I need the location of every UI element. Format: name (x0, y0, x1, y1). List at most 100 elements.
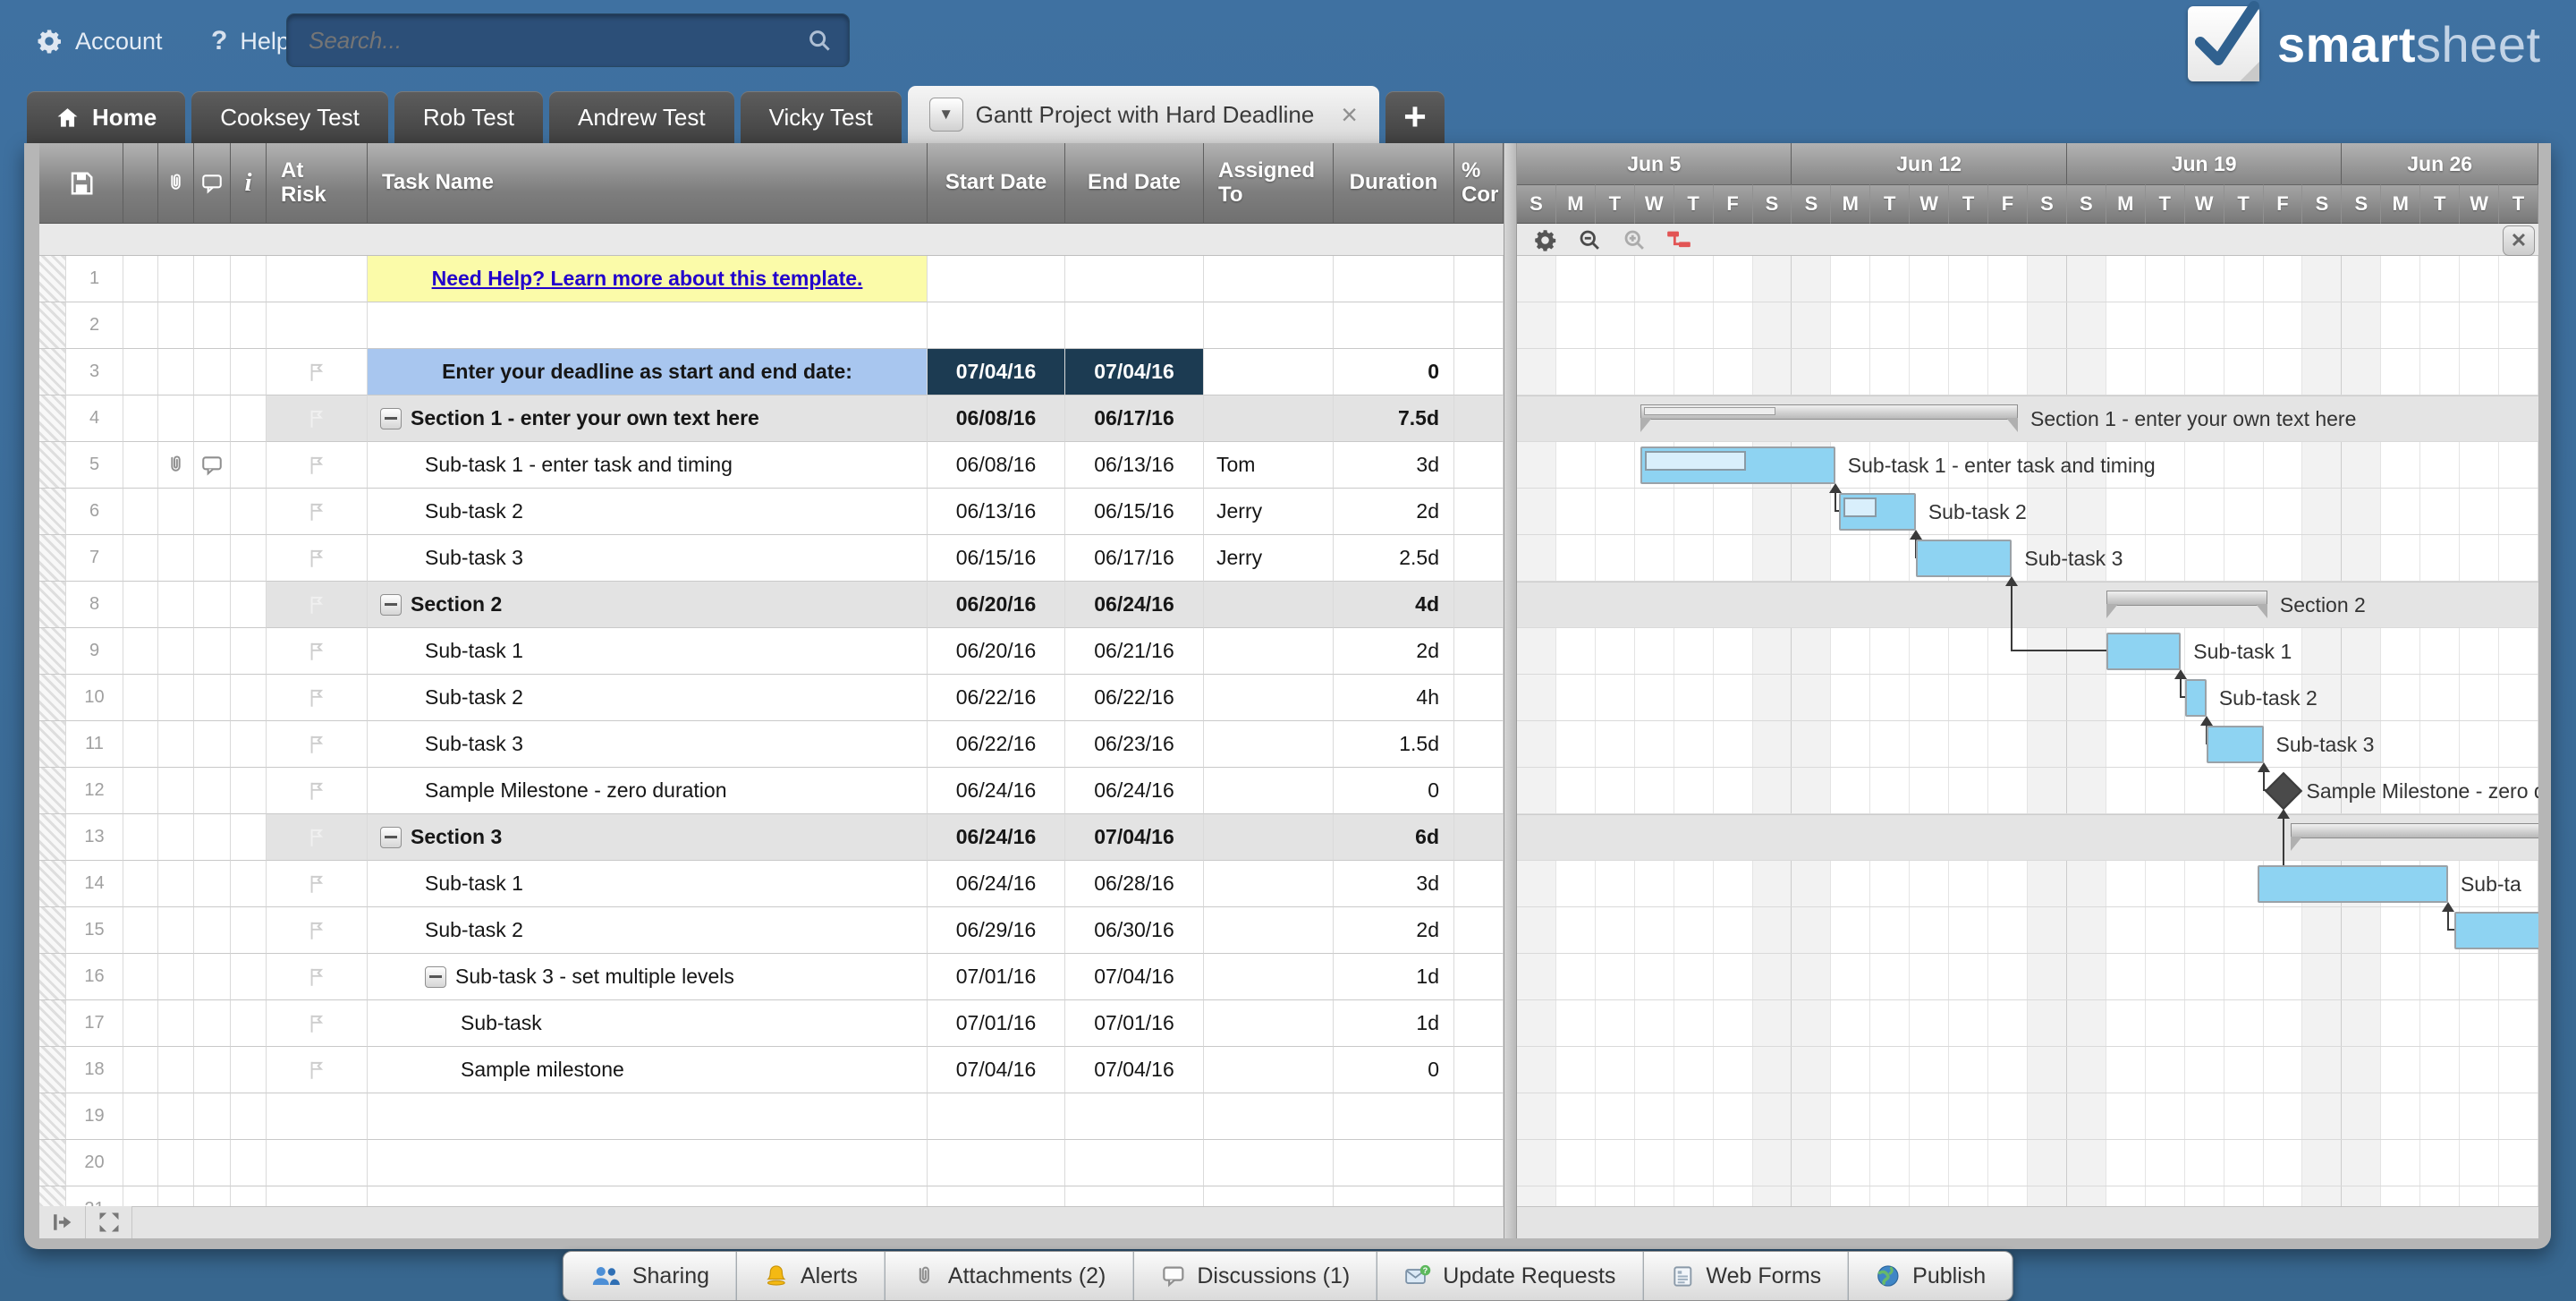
start-date-cell[interactable] (928, 1140, 1065, 1186)
assigned-to-cell[interactable] (1204, 675, 1334, 721)
task-name[interactable]: Sub-task 2 (425, 918, 523, 942)
end-date-cell[interactable]: 06/30/16 (1065, 907, 1204, 954)
pct-complete-cell[interactable] (1454, 1047, 1504, 1093)
duration-cell[interactable]: 7.5d (1334, 395, 1454, 442)
attachment-cell[interactable] (158, 349, 194, 395)
pct-complete-cell[interactable] (1454, 675, 1504, 721)
end-date-cell[interactable] (1065, 1093, 1204, 1140)
toolbar-button-sharing[interactable]: Sharing (563, 1252, 738, 1300)
row-number[interactable]: 8 (66, 582, 123, 628)
discussion-cell[interactable] (194, 721, 231, 768)
discussion-cell[interactable] (194, 861, 231, 907)
task-name[interactable]: Sample Milestone - zero duration (425, 778, 727, 803)
duration-cell[interactable]: 3d (1334, 861, 1454, 907)
row-number[interactable]: 13 (66, 814, 123, 861)
row-blank-cell[interactable] (123, 489, 158, 535)
tab-home[interactable]: Home (27, 91, 186, 143)
assigned-to-cell[interactable]: Jerry (1204, 535, 1334, 582)
duration-cell[interactable]: 2.5d (1334, 535, 1454, 582)
start-date-cell[interactable]: 06/20/16 (928, 628, 1065, 675)
flag-icon[interactable] (305, 407, 328, 430)
attachment-cell[interactable] (158, 628, 194, 675)
end-date-cell[interactable] (1065, 256, 1204, 302)
search-input[interactable] (287, 26, 806, 55)
task-name-cell[interactable]: Sub-task 1 - enter task and timing (368, 442, 928, 489)
at-risk-cell[interactable] (267, 349, 368, 395)
end-date-cell[interactable]: 07/04/16 (1065, 1047, 1204, 1093)
gantt-bar-summary[interactable] (1640, 404, 2018, 420)
at-risk-cell[interactable] (267, 395, 368, 442)
row-number[interactable]: 11 (66, 721, 123, 768)
attachment-cell[interactable] (158, 675, 194, 721)
assigned-to-cell[interactable] (1204, 721, 1334, 768)
row-blank-cell[interactable] (123, 814, 158, 861)
attachment-cell[interactable] (158, 814, 194, 861)
zoom-out-icon[interactable] (1576, 226, 1603, 253)
task-name-cell[interactable]: Sub-task 1 (368, 628, 928, 675)
gantt-bar-task[interactable] (1915, 540, 2012, 577)
at-risk-cell[interactable] (267, 628, 368, 675)
jump-to-icon[interactable] (39, 1206, 86, 1238)
assigned-to-cell[interactable] (1204, 628, 1334, 675)
close-gantt-icon[interactable]: ✕ (2503, 225, 2535, 256)
info-cell[interactable] (231, 628, 267, 675)
discussion-cell[interactable] (194, 954, 231, 1000)
info-cell[interactable] (231, 1047, 267, 1093)
task-name-cell[interactable]: Sub-task 2 (368, 907, 928, 954)
start-date-cell[interactable] (928, 1093, 1065, 1140)
flag-icon[interactable] (305, 1059, 328, 1082)
row-blank-cell[interactable] (123, 721, 158, 768)
close-icon[interactable]: × (1341, 98, 1358, 132)
flag-icon[interactable] (305, 826, 328, 849)
task-name-cell[interactable]: Section 1 - enter your own text here (368, 395, 928, 442)
attachment-cell[interactable] (158, 395, 194, 442)
flag-icon[interactable] (305, 919, 328, 942)
pct-complete-cell[interactable] (1454, 1186, 1504, 1206)
assigned-to-cell[interactable] (1204, 861, 1334, 907)
grid-gantt-splitter[interactable] (1504, 143, 1517, 1238)
at-risk-cell[interactable] (267, 256, 368, 302)
at-risk-cell[interactable] (267, 535, 368, 582)
gantt-bar-task[interactable] (2184, 679, 2207, 717)
header-pct-complete[interactable]: % Cor (1454, 143, 1504, 224)
duration-cell[interactable]: 2d (1334, 628, 1454, 675)
task-name-cell[interactable]: Sub-task 3 - set multiple levels (368, 954, 928, 1000)
header-blank[interactable] (123, 143, 158, 224)
gantt-bar-task[interactable] (2453, 912, 2538, 949)
end-date-cell[interactable]: 07/04/16 (1065, 954, 1204, 1000)
tab-vicky-test[interactable]: Vicky Test (740, 91, 902, 143)
duration-cell[interactable]: 1d (1334, 954, 1454, 1000)
pct-complete-cell[interactable] (1454, 256, 1504, 302)
discussion-cell[interactable] (194, 582, 231, 628)
header-start-date[interactable]: Start Date (928, 143, 1065, 224)
pct-complete-cell[interactable] (1454, 814, 1504, 861)
start-date-cell[interactable]: 06/08/16 (928, 442, 1065, 489)
discussion-cell[interactable] (194, 442, 231, 489)
row-blank-cell[interactable] (123, 1047, 158, 1093)
tab-rob-test[interactable]: Rob Test (394, 91, 543, 143)
task-name-cell[interactable]: Sub-task 2 (368, 675, 928, 721)
discussion-cell[interactable] (194, 302, 231, 349)
toolbar-button-attachments-2[interactable]: Attachments (2) (885, 1252, 1134, 1300)
discussion-cell[interactable] (194, 535, 231, 582)
task-name[interactable]: Sub-task 1 (425, 639, 523, 663)
attachment-cell[interactable] (158, 256, 194, 302)
end-date-cell[interactable]: 07/04/16 (1065, 349, 1204, 395)
assigned-to-cell[interactable] (1204, 814, 1334, 861)
help-link[interactable]: Need Help? Learn more about this templat… (432, 267, 863, 291)
row-number[interactable]: 14 (66, 861, 123, 907)
flag-icon[interactable] (305, 500, 328, 523)
row-blank-cell[interactable] (123, 1093, 158, 1140)
pct-complete-cell[interactable] (1454, 721, 1504, 768)
info-cell[interactable] (231, 582, 267, 628)
at-risk-cell[interactable] (267, 582, 368, 628)
info-cell[interactable] (231, 721, 267, 768)
pct-complete-cell[interactable] (1454, 628, 1504, 675)
flag-icon[interactable] (305, 965, 328, 989)
discussion-cell[interactable] (194, 768, 231, 814)
info-cell[interactable] (231, 675, 267, 721)
flag-icon[interactable] (305, 454, 328, 477)
end-date-cell[interactable]: 06/24/16 (1065, 582, 1204, 628)
pct-complete-cell[interactable] (1454, 395, 1504, 442)
gantt-bar-summary[interactable] (2106, 591, 2267, 606)
